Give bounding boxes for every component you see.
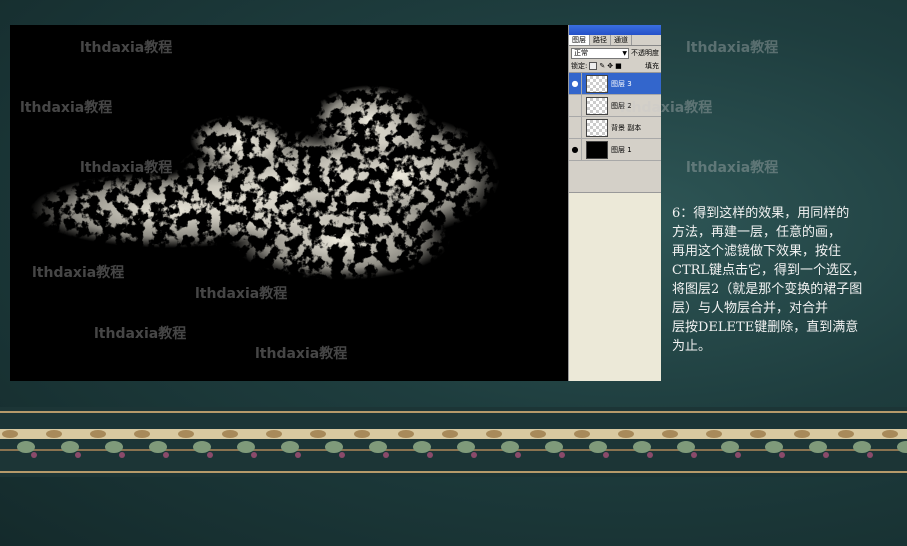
eye-icon[interactable]: ● (569, 73, 582, 94)
layer-row[interactable]: 背景 副本 (569, 117, 661, 139)
layer-row[interactable]: ● 图层 3 (569, 73, 661, 95)
layers-panel: 图层 路径 通道 正常 ▼ 不透明度 锁定: ✎ ✥ ■ 填充 ● 图层 3 图… (568, 25, 661, 381)
layer-name: 图层 3 (611, 79, 632, 88)
image-canvas[interactable]: lthdaxia教程 lthdaxia教程 lthdaxia教程 lthdaxi… (10, 25, 568, 381)
lock-all-icon[interactable]: ■ (615, 62, 622, 70)
chevron-down-icon: ▼ (622, 49, 627, 57)
layer-thumbnail (586, 118, 608, 137)
visibility-toggle[interactable] (569, 95, 582, 116)
tab-paths[interactable]: 路径 (590, 35, 611, 45)
watermark: lthdaxia教程 (686, 160, 779, 176)
lock-paint-icon[interactable]: ✎ (599, 62, 605, 70)
ornamental-border (0, 407, 907, 477)
watermark: lthdaxia教程 (255, 346, 348, 362)
panel-empty-area (569, 192, 661, 381)
eye-icon[interactable]: ● (569, 139, 582, 160)
layer-thumbnail (586, 74, 608, 93)
watermark: lthdaxia教程 (80, 40, 173, 56)
layer-row[interactable]: ● 图层 1 (569, 139, 661, 161)
watermark: lthdaxia教程 (620, 100, 713, 116)
blend-mode-select[interactable]: 正常 ▼ (571, 47, 629, 59)
lock-label: 锁定: (571, 62, 588, 70)
panel-titlebar[interactable] (569, 25, 661, 35)
panel-tabs: 图层 路径 通道 (569, 35, 661, 46)
lock-row: 锁定: ✎ ✥ ■ 填充 (569, 60, 661, 73)
opacity-label: 不透明度 (631, 49, 659, 57)
blend-mode-value: 正常 (574, 48, 588, 57)
blend-controls: 正常 ▼ 不透明度 (569, 46, 661, 60)
layer-thumbnail (586, 96, 608, 115)
layer-name: 背景 副本 (611, 123, 642, 132)
watermark: lthdaxia教程 (94, 326, 187, 342)
watermark: lthdaxia教程 (686, 40, 779, 56)
lock-move-icon[interactable]: ✥ (607, 62, 613, 70)
visibility-toggle[interactable] (569, 117, 582, 138)
tab-layers[interactable]: 图层 (569, 35, 590, 45)
watermark: lthdaxia教程 (20, 100, 113, 116)
fill-label: 填充 (645, 62, 659, 70)
layer-thumbnail (586, 140, 608, 159)
watermark: lthdaxia教程 (195, 286, 288, 302)
watermark: lthdaxia教程 (80, 160, 173, 176)
tutorial-description: 6：得到这样的效果，用同样的 方法，再建一层，任意的画， 再用这个滤镜做下效果，… (672, 206, 866, 354)
lock-transparency-icon[interactable] (589, 62, 598, 70)
tab-channels[interactable]: 通道 (611, 35, 632, 45)
watermark: lthdaxia教程 (32, 265, 125, 281)
layer-name: 图层 1 (611, 145, 632, 154)
